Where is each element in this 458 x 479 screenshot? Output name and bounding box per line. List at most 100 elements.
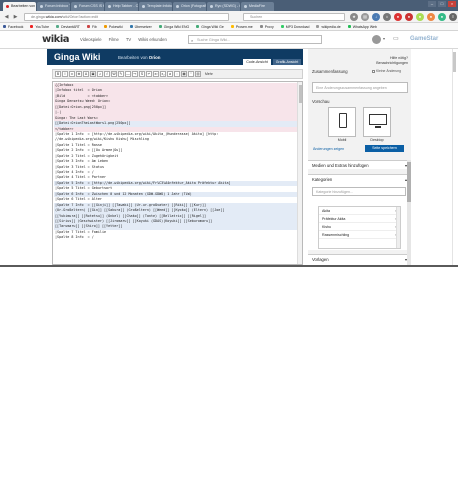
image-icon[interactable]: ▣	[90, 71, 96, 77]
rail-scrollbar[interactable]	[407, 160, 411, 265]
browser-tab[interactable]: MediaFire	[241, 2, 274, 11]
category-item[interactable]: Rassenmischling×	[319, 231, 400, 239]
browser-tab[interactable]: Orion (Fotografie...	[173, 2, 206, 11]
page-scroll-thumb[interactable]	[453, 52, 456, 72]
hr-icon[interactable]: —	[125, 71, 131, 77]
strike-icon[interactable]: S	[139, 71, 145, 77]
quote-icon[interactable]: “	[188, 71, 194, 77]
show-changes-link[interactable]: Änderungen zeigen	[313, 147, 344, 151]
comment-icon[interactable]: ◌	[174, 71, 180, 77]
link-icon[interactable]: ∞	[69, 71, 75, 77]
editor-scrollbar[interactable]	[297, 82, 302, 264]
redirect-icon[interactable]: ↪	[132, 71, 138, 77]
preview-mobile-button[interactable]	[328, 107, 356, 137]
wiki-title[interactable]: Ginga Wiki	[54, 52, 100, 62]
home-icon[interactable]: ⌂	[383, 13, 391, 21]
download-icon[interactable]: ↓	[372, 13, 380, 21]
maximize-icon[interactable]: □	[438, 1, 446, 7]
bookmark-item[interactable]: Fib	[86, 23, 97, 30]
back-icon[interactable]: ◀	[3, 14, 10, 20]
nowiki-icon[interactable]: W	[111, 71, 117, 77]
stop-extension-icon[interactable]: ●	[394, 13, 402, 21]
templates-section-header[interactable]: Vorlagen ▾	[308, 255, 411, 264]
bookmark-item[interactable]: MP3 Download	[280, 23, 309, 30]
wikia-nav-item[interactable]: Videospiele	[80, 37, 102, 42]
bookmark-item[interactable]: Prosen.me	[230, 23, 253, 30]
bookmark-item[interactable]: Pokewiki	[103, 23, 123, 30]
shield-icon[interactable]: ●	[438, 13, 446, 21]
bold-icon[interactable]: B	[55, 71, 61, 77]
media-section-header[interactable]: Medien und Extras hinzufügen ▾	[308, 161, 411, 170]
summary-input[interactable]: Eine Änderungszusammenfassung angeben	[312, 82, 408, 93]
wikia-nav-item[interactable]: Wikis erkunden	[138, 37, 167, 42]
close-window-icon[interactable]: ×	[448, 1, 456, 7]
browser-tab[interactable]: Bearbeiten von ...	[3, 2, 36, 11]
bookmark-item[interactable]: Ginga Wiki ENG	[158, 23, 189, 30]
bookmark-item[interactable]: WhatsApp Web	[347, 23, 377, 30]
category-input[interactable]: Kategorie hinzufügen...	[312, 187, 406, 196]
wikia-search-input[interactable]: ⌕ Suche Ginga Wiki...	[188, 35, 322, 44]
partner-logo[interactable]: GameStar	[410, 36, 438, 42]
heading-icon[interactable]: A	[83, 71, 89, 77]
wikia-nav-item[interactable]: TV	[126, 37, 131, 42]
gallery-icon[interactable]: ▦	[181, 71, 187, 77]
wikia-nav-item[interactable]: Filme	[109, 37, 119, 42]
superscript-icon[interactable]: x²	[153, 71, 159, 77]
bookmark-item[interactable]: Proxy	[259, 23, 274, 30]
avatar[interactable]	[372, 35, 381, 44]
bookmark-item[interactable]: DeviantART	[56, 23, 80, 30]
bookmark-item[interactable]: Facebook	[3, 23, 23, 30]
star-icon[interactable]: ★	[350, 13, 358, 21]
category-item[interactable]: Kishu×	[319, 223, 400, 231]
category-scrollbar[interactable]	[396, 207, 400, 248]
minimize-icon[interactable]: –	[428, 1, 436, 7]
address-bar[interactable]: de.ginga.wikia.com/wiki/Orion?action=edi…	[24, 13, 229, 21]
math-icon[interactable]: √	[104, 71, 110, 77]
bookmark-item[interactable]: YouTube	[30, 23, 49, 30]
subscript-icon[interactable]: x₂	[160, 71, 166, 77]
browser-tab[interactable]: Help:Tabber - C...	[105, 2, 138, 11]
source-textarea[interactable]: {{Infobox |Infobox titel = Orion |Bild = <…	[52, 81, 303, 265]
notifications-icon[interactable]: ▭	[393, 35, 399, 42]
tab-source-mode[interactable]: Code-Ansicht	[243, 59, 271, 65]
media-icon[interactable]: ♫	[97, 71, 103, 77]
subtitle-page-link[interactable]: Orion	[149, 55, 161, 60]
toolbar-more-button[interactable]: Mehr	[205, 72, 213, 76]
editor-scroll-thumb[interactable]	[299, 85, 302, 103]
clipboard-icon[interactable]: ▤	[361, 13, 369, 21]
checkbox-icon[interactable]	[372, 69, 375, 73]
browser-tab[interactable]: Forum:Infobox T...	[37, 2, 70, 11]
addon-icon[interactable]: ●	[405, 13, 413, 21]
bookmark-item[interactable]: Ginga Wiki Ge	[196, 23, 224, 30]
preview-desktop-button[interactable]	[363, 107, 391, 137]
categories-section-header[interactable]: Kategorien ▴	[308, 175, 411, 184]
minor-edit-checkbox[interactable]: Kleine Änderung	[372, 69, 401, 73]
page-scroll-track[interactable]	[452, 49, 458, 265]
forward-icon[interactable]: ▶	[12, 14, 19, 20]
table-icon[interactable]: ▥	[195, 71, 201, 77]
browser-tab[interactable]: Template:Infobo...	[139, 2, 172, 11]
media-section[interactable]: Medien und Extras hinzufügen ▾	[308, 160, 411, 169]
rail-scroll-thumb[interactable]	[407, 162, 411, 202]
signature-icon[interactable]: ✎	[118, 71, 124, 77]
browser-tab[interactable]: Ryo (SDWG) - Gi...	[207, 2, 240, 11]
chevron-down-icon[interactable]: ▾	[383, 36, 385, 41]
fox-icon[interactable]: ●	[427, 13, 435, 21]
external-link-icon[interactable]: ⊕	[76, 71, 82, 77]
browser-search-input[interactable]: Suchen	[243, 13, 345, 21]
bookmark-item[interactable]: wikipedia.de	[316, 23, 341, 30]
extension-icon[interactable]: ●	[416, 13, 424, 21]
category-item[interactable]: Präfektur Akita×	[319, 215, 400, 223]
save-button[interactable]: Seite speichern	[365, 145, 404, 152]
source-code[interactable]: {{Infobox |Infobox titel = Orion |Bild = <…	[54, 83, 298, 241]
bookmark-item[interactable]: Übersetzer	[129, 23, 152, 30]
browser-tab[interactable]: Forum:CSS IS fa...	[71, 2, 104, 11]
small-icon[interactable]: a	[167, 71, 173, 77]
menu-icon[interactable]: ≡	[449, 13, 457, 21]
italic-icon[interactable]: I	[62, 71, 68, 77]
wikia-logo[interactable]: wikia	[42, 34, 70, 45]
tab-visual-mode[interactable]: Grafik-Ansicht	[273, 59, 301, 65]
notifications-link[interactable]: Benachrichtigungen	[358, 61, 408, 66]
templates-section[interactable]: Vorlagen ▾	[308, 254, 411, 265]
category-item[interactable]: Akita×	[319, 207, 400, 215]
